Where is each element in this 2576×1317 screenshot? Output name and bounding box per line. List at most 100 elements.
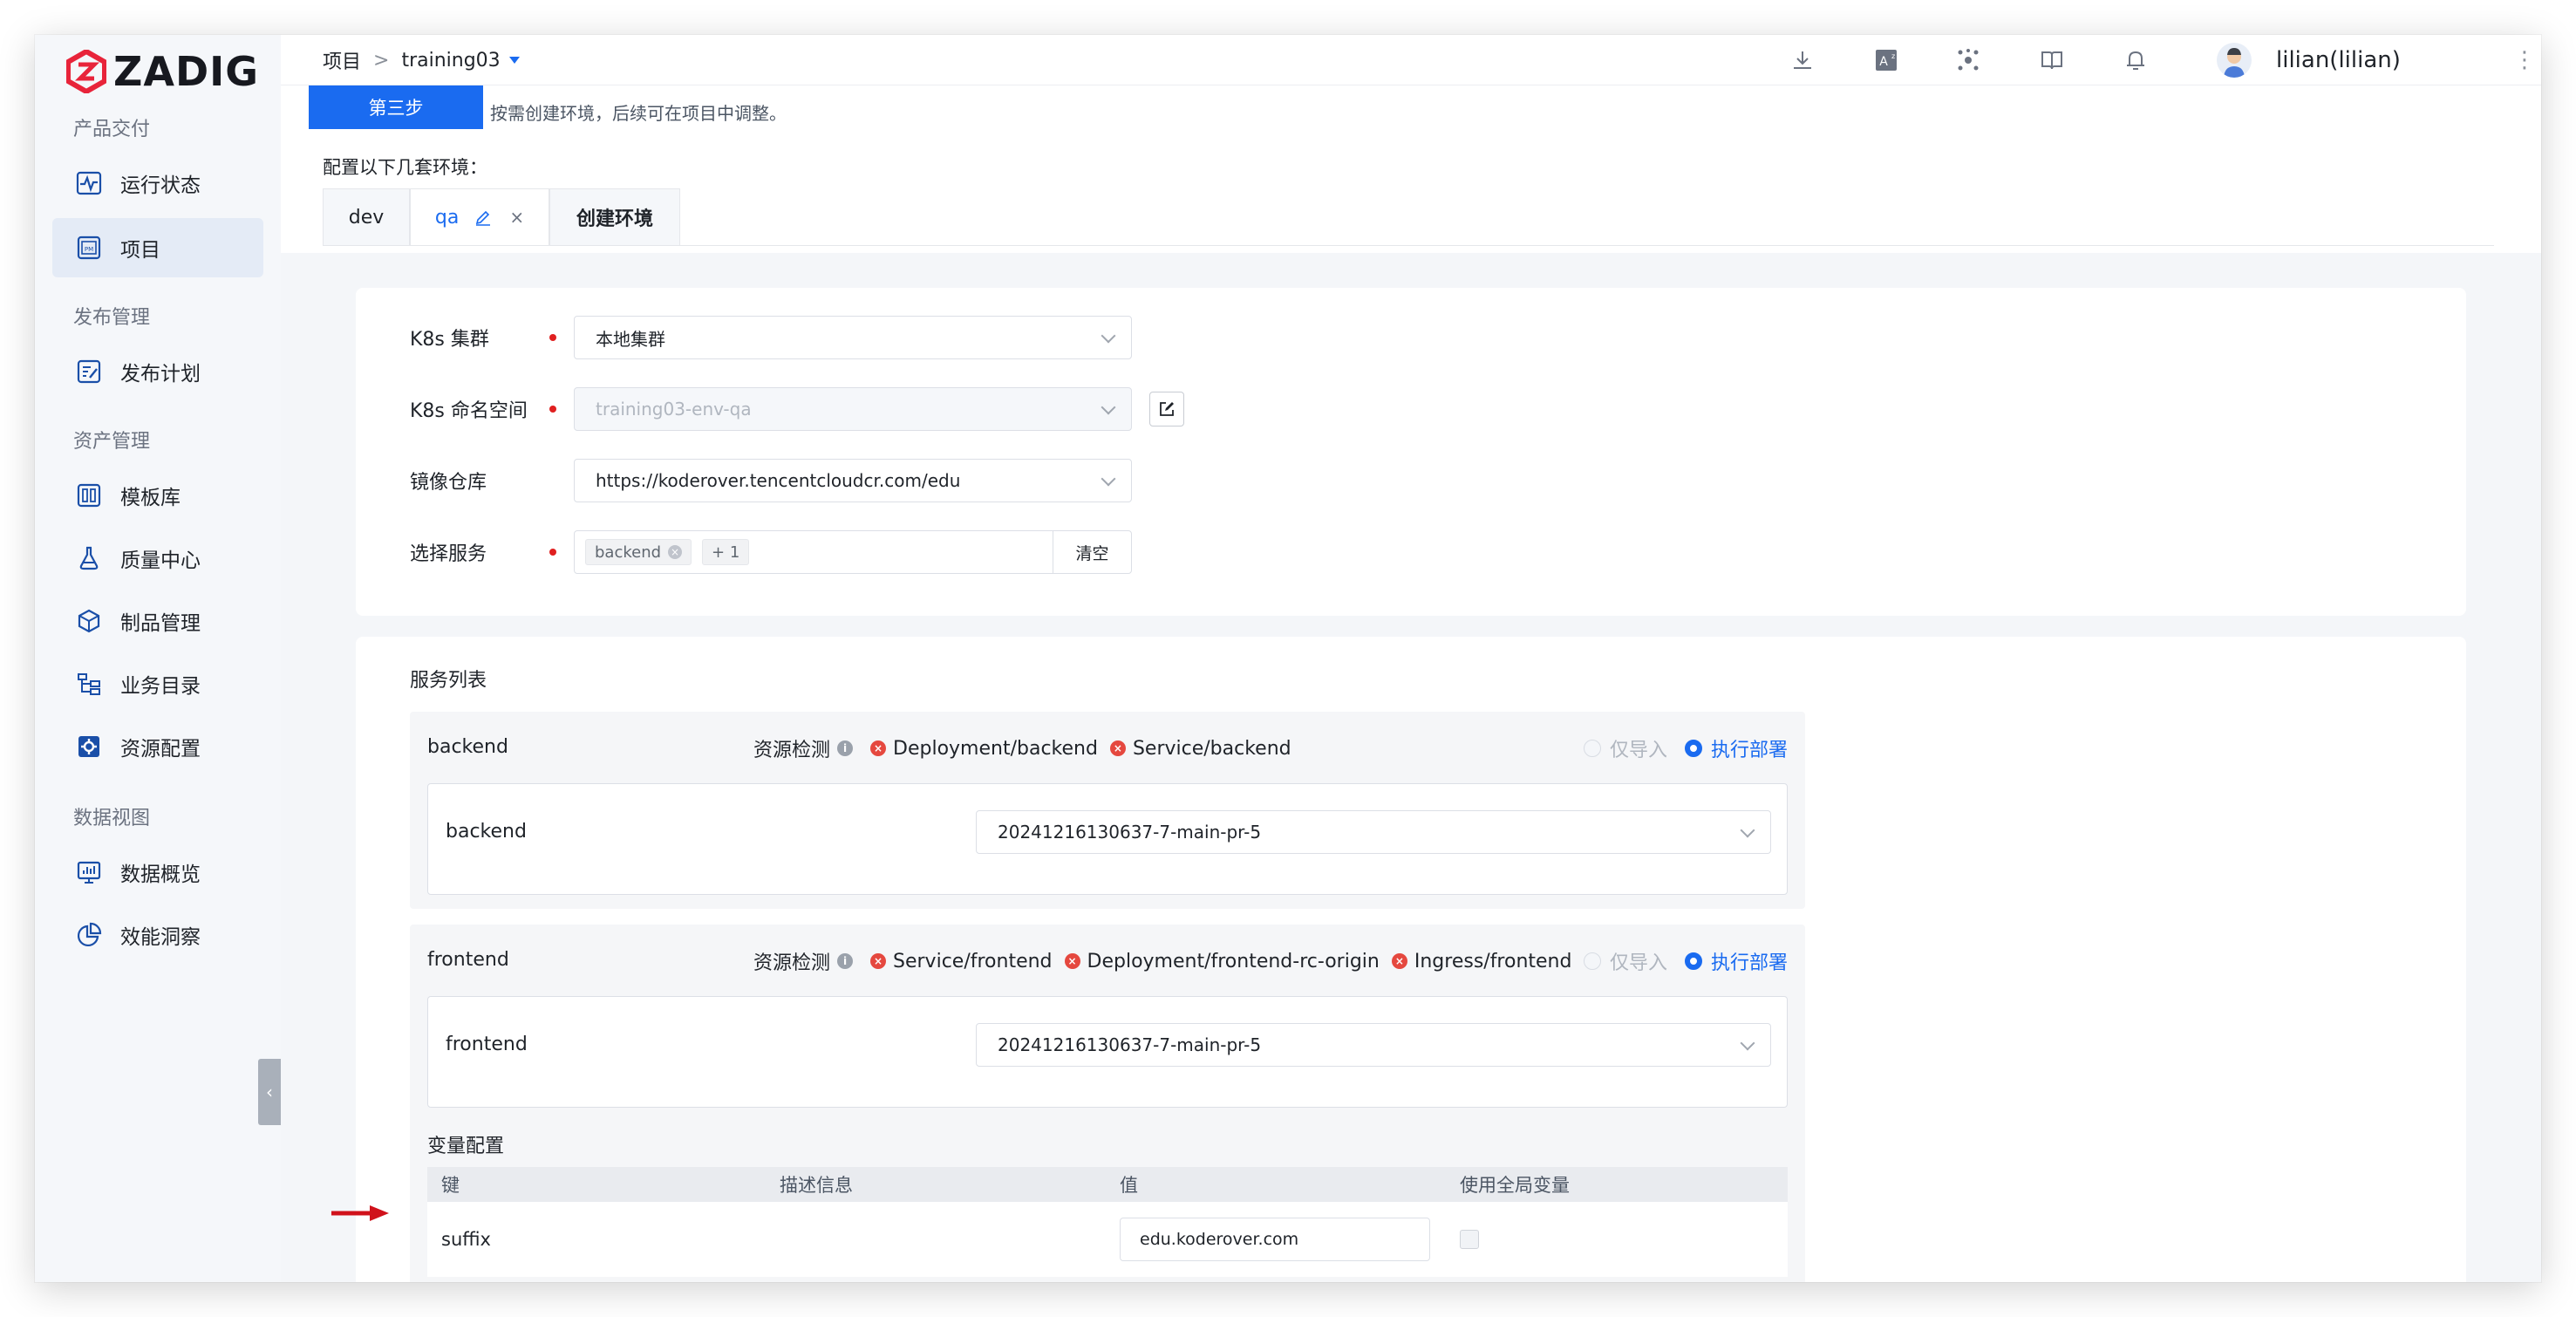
- service-tag-backend[interactable]: backend ×: [585, 539, 692, 565]
- radio-dot: [1684, 740, 1702, 757]
- image-select[interactable]: 20241216130637-7-main-pr-5: [976, 1023, 1771, 1067]
- cluster-select[interactable]: 本地集群: [574, 316, 1132, 359]
- breadcrumb: 项目 > training03: [323, 46, 520, 74]
- close-icon[interactable]: ×: [509, 207, 524, 228]
- top-header: 项目 > training03 Az lilian(lilian) ⋮: [281, 35, 2541, 85]
- radio-dot: [1583, 740, 1601, 757]
- download-icon[interactable]: [1789, 47, 1816, 73]
- package-icon: [75, 607, 103, 635]
- tab-env-dev[interactable]: dev: [323, 188, 410, 246]
- registry-select[interactable]: https://koderover.tencentcloudcr.com/edu: [574, 459, 1132, 502]
- book-icon[interactable]: [2039, 47, 2065, 73]
- col-value: 值: [1120, 1175, 1138, 1196]
- zadig-logo-icon: [66, 50, 106, 93]
- table-row: suffix edu.koderover.com: [427, 1202, 1788, 1277]
- project-icon: PM: [75, 234, 103, 262]
- col-use-global: 使用全局变量: [1460, 1175, 1570, 1196]
- sidebar-item-label: 质量中心: [120, 549, 201, 572]
- radio-deploy[interactable]: 执行部署: [1684, 947, 1788, 975]
- radio-import-only[interactable]: 仅导入: [1583, 734, 1667, 762]
- breadcrumb-separator: >: [373, 49, 390, 72]
- form-row-cluster: K8s 集群 本地集群: [410, 316, 1132, 359]
- chevron-down-icon: [1740, 1035, 1755, 1051]
- sidebar-item-efficiency-insight[interactable]: 效能洞察: [52, 905, 263, 965]
- translate-icon[interactable]: Az: [1873, 47, 1899, 73]
- service-card-frontend: frontend 资源检测 i × Service/frontend × Deplo…: [410, 925, 1805, 1282]
- svg-text:z: z: [1891, 52, 1895, 60]
- tag-label: backend: [595, 542, 662, 562]
- caret-down-icon[interactable]: [508, 57, 520, 64]
- image-value: 20241216130637-7-main-pr-5: [998, 1034, 1262, 1055]
- container-name: frontend: [446, 1034, 528, 1055]
- svg-text:PM: PM: [85, 246, 93, 253]
- radio-dot: [1583, 952, 1601, 970]
- cluster-label: K8s 集群: [410, 329, 489, 351]
- logo[interactable]: ZADIG: [66, 47, 259, 96]
- tab-create-env[interactable]: 创建环境: [549, 188, 680, 246]
- cluster-value: 本地集群: [596, 328, 665, 350]
- sidebar-item-quality-center[interactable]: 质量中心: [52, 529, 263, 588]
- radio-label: 执行部署: [1710, 740, 1788, 761]
- registry-value: https://koderover.tencentcloudcr.com/edu: [596, 470, 961, 491]
- resource-item: × Deployment/backend: [870, 738, 1098, 760]
- namespace-select: training03-env-qa: [574, 387, 1132, 431]
- chart-icon: [75, 858, 103, 886]
- info-icon[interactable]: i: [837, 740, 854, 756]
- service-image-row: backend 20241216130637-7-main-pr-5: [427, 783, 1788, 895]
- env-config-panel: K8s 集群 本地集群 K8s 命名空间 training03-env-qa 镜…: [356, 288, 2466, 616]
- info-icon[interactable]: i: [837, 953, 854, 969]
- radio-deploy[interactable]: 执行部署: [1684, 734, 1788, 762]
- sidebar-item-artifact-management[interactable]: 制品管理: [52, 591, 263, 651]
- sidebar-item-data-overview[interactable]: 数据概览: [52, 843, 263, 902]
- required-dot: [549, 334, 556, 341]
- namespace-value: training03-env-qa: [596, 399, 752, 420]
- sidebar-item-label: 资源配置: [120, 738, 201, 761]
- sidebar-item-runtime-status[interactable]: 运行状态: [52, 154, 263, 213]
- error-circle-icon: ×: [870, 740, 887, 756]
- error-circle-icon: ×: [1109, 740, 1126, 756]
- container-name: backend: [446, 821, 527, 843]
- sidebar: ZADIG 产品交付 运行状态 PM 项目 发布管理 发布计划 资产管理 模板库…: [35, 35, 281, 1282]
- sidebar-item-template-library[interactable]: 模板库: [52, 466, 263, 525]
- tab-label: qa: [434, 206, 460, 229]
- breadcrumb-project[interactable]: training03: [401, 50, 500, 72]
- sidebar-item-resource-config[interactable]: 资源配置: [52, 717, 263, 776]
- radio-import-only[interactable]: 仅导入: [1583, 947, 1667, 975]
- pulse-icon: [75, 169, 103, 197]
- chevron-down-icon: [1740, 822, 1755, 838]
- resource-check-label: 资源检测: [753, 740, 831, 761]
- tab-env-qa[interactable]: qa ×: [410, 188, 549, 246]
- close-circle-icon[interactable]: ×: [668, 545, 683, 559]
- services-select[interactable]: backend × + 1 清空: [574, 530, 1132, 574]
- var-value: edu.koderover.com: [1140, 1230, 1299, 1249]
- edit-pencil-icon[interactable]: [474, 208, 492, 226]
- image-value: 20241216130637-7-main-pr-5: [998, 822, 1262, 843]
- sidebar-item-release-plan[interactable]: 发布计划: [52, 342, 263, 401]
- sidebar-item-project[interactable]: PM 项目: [52, 218, 263, 277]
- resource-name: Deployment/backend: [893, 737, 1098, 760]
- more-vertical-icon[interactable]: ⋮: [2513, 47, 2536, 73]
- image-select[interactable]: 20241216130637-7-main-pr-5: [976, 810, 1771, 854]
- tab-label: dev: [348, 206, 385, 229]
- sidebar-collapse-button[interactable]: ‹: [258, 1059, 281, 1125]
- bell-icon[interactable]: [2123, 47, 2149, 73]
- radio-label: 仅导入: [1609, 740, 1667, 761]
- var-value-input[interactable]: edu.koderover.com: [1120, 1218, 1430, 1261]
- resource-check-label: 资源检测: [753, 952, 831, 974]
- clear-button[interactable]: 清空: [1053, 531, 1131, 573]
- tabs-divider: [323, 245, 2494, 246]
- deploy-mode-radio-group: 仅导入 执行部署: [1566, 947, 1788, 975]
- sidebar-item-label: 业务目录: [120, 675, 201, 698]
- user-menu[interactable]: lilian(lilian): [2217, 38, 2401, 82]
- chevron-down-icon: [1101, 471, 1116, 487]
- namespace-edit-button[interactable]: [1149, 392, 1184, 426]
- network-icon[interactable]: [1955, 47, 1981, 73]
- use-global-checkbox[interactable]: [1460, 1230, 1479, 1249]
- service-list-panel: 服务列表 backend 资源检测 i × Deployment/backend …: [356, 637, 2466, 1282]
- col-desc: 描述信息: [780, 1175, 853, 1196]
- form-row-namespace: K8s 命名空间 training03-env-qa: [410, 387, 1184, 431]
- sidebar-item-business-catalog[interactable]: 业务目录: [52, 654, 263, 713]
- sidebar-item-label: 发布计划: [120, 363, 201, 386]
- service-card-backend: backend 资源检测 i × Deployment/backend × Serv…: [410, 712, 1805, 909]
- breadcrumb-root[interactable]: 项目: [323, 46, 361, 74]
